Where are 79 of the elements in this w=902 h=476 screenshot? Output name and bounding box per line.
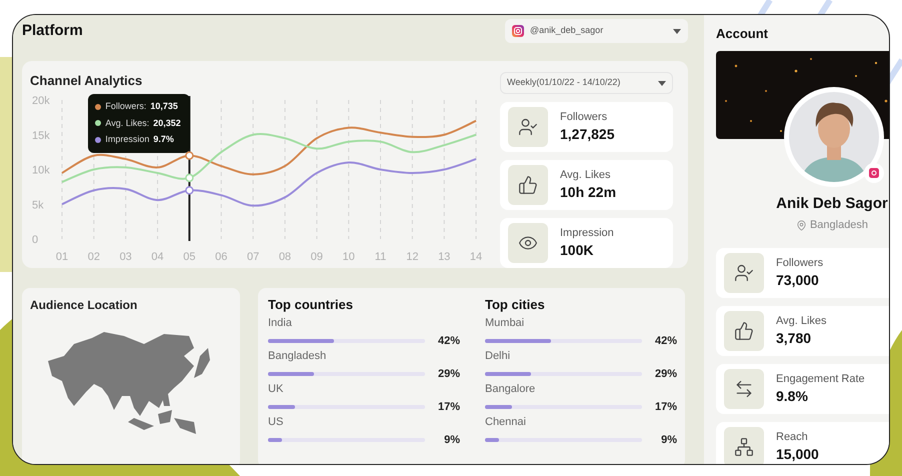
thumbs-up-icon xyxy=(734,320,754,340)
stat-label: Followers xyxy=(560,110,608,124)
stat-label: Avg. Likes xyxy=(560,168,612,182)
page-title: Platform xyxy=(22,20,83,41)
stat-value: 10h 22m xyxy=(560,183,616,202)
y-tick-label: 10k xyxy=(32,164,50,176)
data-point xyxy=(185,151,194,160)
stat-label: Engagement Rate xyxy=(776,372,865,386)
tooltip-value: 10,735 xyxy=(150,100,178,113)
percent-value: 9% xyxy=(661,433,677,448)
x-tick-label: 14 xyxy=(470,251,482,263)
x-tick-label: 02 xyxy=(88,251,100,263)
network-icon xyxy=(734,436,754,456)
stat-label: Avg. Likes xyxy=(776,314,827,328)
profile-location: Bangladesh xyxy=(810,218,868,233)
x-tick-label: 09 xyxy=(310,251,323,263)
percent-value: 42% xyxy=(654,334,677,349)
percent-value: 17% xyxy=(438,400,460,415)
tooltip-label: Followers: xyxy=(105,100,146,113)
item-name: US xyxy=(268,415,284,429)
percent-value: 42% xyxy=(438,334,460,349)
stat-value: 3,780 xyxy=(776,328,812,348)
y-tick-label: 20k xyxy=(32,95,50,107)
exchange-icon xyxy=(734,378,754,398)
item-name: UK xyxy=(268,382,284,396)
period-select[interactable]: Weekly(01/10/22 - 14/10/22) xyxy=(500,72,673,94)
x-tick-label: 12 xyxy=(406,251,418,263)
stat-label: Reach xyxy=(776,430,809,444)
item-name: Delhi xyxy=(485,349,512,363)
y-tick-label: 15k xyxy=(32,130,50,142)
item-name: Chennai xyxy=(485,415,527,429)
y-tick-label: 0 xyxy=(32,234,38,246)
section-title: Top cities xyxy=(485,296,546,314)
stat-label: Impression xyxy=(560,226,614,240)
tooltip-value: 20,352 xyxy=(153,116,181,130)
percent-value: 17% xyxy=(654,400,677,415)
thumbs-up-icon xyxy=(518,175,538,195)
x-tick-label: 01 xyxy=(56,251,68,263)
item-name: Bangalore xyxy=(485,382,536,396)
x-tick-label: 07 xyxy=(246,251,260,263)
stat-value: 1,27,825 xyxy=(560,125,614,144)
account-select[interactable]: @anik_deb_sagor xyxy=(505,19,688,43)
camera-icon xyxy=(864,163,884,183)
item-name: Mumbai xyxy=(485,316,526,330)
user-check-icon xyxy=(734,262,754,282)
percent-value: 29% xyxy=(654,367,677,382)
camera-icon xyxy=(512,25,524,37)
x-tick-label: 05 xyxy=(183,251,196,263)
panel-title: Account xyxy=(716,25,769,43)
location-pin-icon xyxy=(796,220,807,231)
card-title: Channel Analytics xyxy=(30,72,144,90)
x-tick-label: 03 xyxy=(120,251,132,263)
stat-value: 73,000 xyxy=(776,270,820,290)
tooltip-value: 9.7% xyxy=(153,133,174,146)
stat-value: 100K xyxy=(560,241,594,260)
item-name: Bangladesh xyxy=(268,349,328,363)
stat-label: Followers xyxy=(776,256,824,270)
x-tick-label: 11 xyxy=(374,251,386,263)
profile-name: Anik Deb Sagor xyxy=(776,195,888,213)
tooltip-label: Impression xyxy=(105,133,150,146)
data-point xyxy=(185,174,194,182)
data-point xyxy=(185,186,194,195)
percent-value: 29% xyxy=(438,367,460,382)
caret-icon xyxy=(673,28,681,34)
stat-value: 9.8% xyxy=(776,386,809,406)
card-title: Audience Location xyxy=(30,297,138,314)
tooltip-label: Avg. Likes: xyxy=(105,116,150,130)
percent-value: 9% xyxy=(444,433,460,448)
y-tick-label: 5k xyxy=(32,199,44,212)
x-tick-label: 08 xyxy=(278,251,292,263)
user-check-icon xyxy=(518,117,538,137)
section-title: Top countries xyxy=(268,296,354,314)
x-tick-label: 06 xyxy=(215,251,228,263)
stat-value: 15,000 xyxy=(776,444,819,464)
x-tick-label: 13 xyxy=(438,251,450,263)
caret-icon xyxy=(658,80,666,86)
x-tick-label: 10 xyxy=(342,251,355,263)
item-name: India xyxy=(268,316,293,330)
x-tick-label: 04 xyxy=(151,251,164,263)
